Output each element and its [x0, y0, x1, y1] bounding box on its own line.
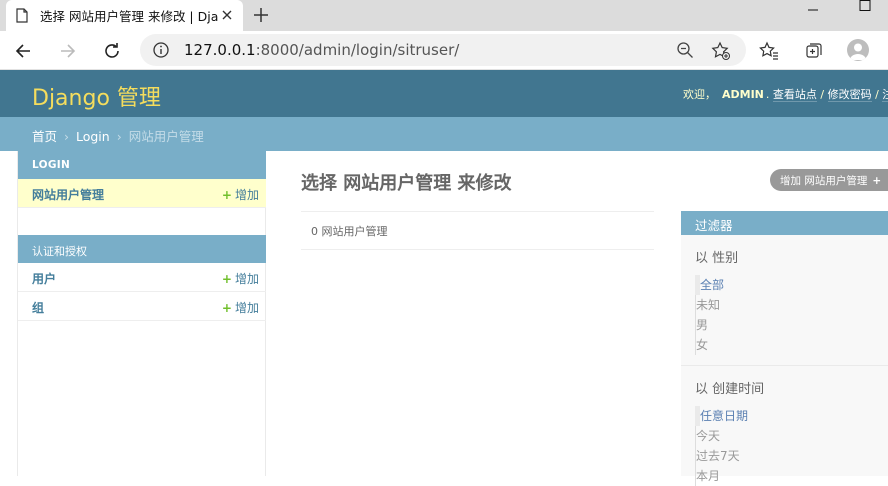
sidebar-item-siteuser: 网站用户管理 + 增加: [18, 179, 266, 208]
user-tools: 欢迎，ADMIN. 查看站点 / 修改密码 / 注销: [683, 86, 888, 102]
filter-option-this-month[interactable]: 本月: [696, 466, 888, 486]
url-path: :8000/admin/login/sitruser/: [255, 41, 460, 59]
admin-header: Django 管理 欢迎，ADMIN. 查看站点 / 修改密码 / 注销: [0, 70, 888, 117]
changelist-results: 0 网站用户管理: [301, 211, 654, 250]
add-label: 增加: [234, 272, 259, 286]
add-user-link[interactable]: + 增加: [222, 270, 259, 287]
url-host: 127.0.0.1: [184, 41, 256, 59]
info-icon[interactable]: [152, 41, 170, 59]
logout-link[interactable]: 注销: [882, 88, 888, 102]
add-siteuser-button[interactable]: 增加 网站用户管理 +: [770, 169, 888, 191]
address-url[interactable]: 127.0.0.1:8000/admin/login/sitruser/: [184, 41, 459, 59]
sidebar-item-siteuser-link[interactable]: 网站用户管理: [32, 186, 104, 203]
filter-option-label: 本月: [696, 469, 721, 483]
filter-title: 过滤器: [681, 211, 888, 235]
breadcrumb-home[interactable]: 首页: [32, 129, 57, 144]
back-arrow-icon[interactable]: [13, 41, 33, 61]
add-plus-icon: +: [872, 175, 882, 187]
browser-toolbar: 127.0.0.1:8000/admin/login/sitruser/: [0, 31, 888, 70]
filter-option-unknown[interactable]: 未知: [696, 295, 888, 315]
close-tab-icon[interactable]: [219, 7, 235, 23]
filter-option-label: 女: [696, 338, 709, 352]
breadcrumb-current: 网站用户管理: [128, 129, 204, 144]
new-tab-icon[interactable]: [251, 5, 271, 25]
add-favorite-icon[interactable]: [711, 41, 731, 61]
username: ADMIN: [722, 88, 764, 101]
module-caption-auth[interactable]: 认证和授权: [18, 235, 266, 263]
forward-arrow-icon[interactable]: [58, 41, 78, 61]
add-siteuser-link[interactable]: + 增加: [222, 186, 259, 203]
tab-title: 选择 网站用户管理 来修改 | Django: [40, 9, 218, 24]
filter-option-female[interactable]: 女: [696, 335, 888, 355]
refresh-icon[interactable]: [102, 41, 122, 61]
collections-icon[interactable]: [804, 41, 824, 61]
maximize-window-icon[interactable]: [857, 0, 873, 12]
breadcrumb-separator: ›: [64, 129, 69, 144]
view-site-link[interactable]: 查看站点: [772, 88, 817, 102]
filter-option-any-date[interactable]: 任意日期: [695, 406, 888, 426]
filter-heading-gender: 以 性别: [695, 251, 739, 266]
filter-option-past-7-days[interactable]: 过去7天: [696, 446, 888, 466]
browser-tab-strip: 选择 网站用户管理 来修改 | Django: [0, 0, 888, 31]
filter-option-label: 未知: [696, 298, 721, 312]
filter-option-label: 全部: [700, 278, 725, 292]
add-plus-icon: +: [221, 188, 232, 202]
add-label: 增加: [234, 188, 259, 202]
filter-option-label: 男: [696, 318, 709, 332]
change-password-link[interactable]: 修改密码: [827, 88, 872, 102]
zoom-out-icon[interactable]: [676, 41, 694, 59]
site-branding[interactable]: Django 管理: [32, 80, 161, 112]
user-tools-separator: /: [871, 88, 883, 101]
sidebar-item-groups-link[interactable]: 组: [32, 299, 44, 316]
changelist-filter: 过滤器 以 性别 全部 未知 男 女 以 创建时间 任意日期 今天 过去7天 本…: [681, 211, 888, 486]
page-title: 选择 网站用户管理 来修改: [301, 173, 512, 194]
app-sidebar: LOGIN 网站用户管理 + 增加 认证和授权 用户 + 增加 组 + 增加: [17, 151, 266, 476]
favorites-icon[interactable]: [759, 41, 779, 61]
filter-heading-created: 以 创建时间: [695, 382, 765, 397]
filter-options-gender: 全部 未知 男 女: [695, 275, 888, 355]
add-plus-icon: +: [221, 301, 232, 315]
page-icon: [16, 8, 28, 23]
filter-option-today[interactable]: 今天: [696, 426, 888, 446]
address-bar[interactable]: 127.0.0.1:8000/admin/login/sitruser/: [140, 34, 746, 66]
sidebar-item-users: 用户 + 增加: [18, 263, 266, 292]
minimize-window-icon[interactable]: [805, 4, 821, 16]
breadcrumb-separator: ›: [116, 129, 122, 144]
filter-options-created: 任意日期 今天 过去7天 本月: [695, 406, 888, 486]
person-icon: [850, 43, 866, 60]
filter-divider: [681, 365, 888, 366]
add-label: 增加: [234, 301, 259, 315]
add-plus-icon: +: [221, 272, 232, 286]
filter-option-male[interactable]: 男: [696, 315, 888, 335]
welcome-text: 欢迎，: [683, 88, 716, 101]
module-login: LOGIN 网站用户管理 + 增加: [18, 151, 266, 208]
filter-option-label: 任意日期: [700, 409, 749, 423]
sidebar-item-groups: 组 + 增加: [18, 292, 266, 321]
add-group-link[interactable]: + 增加: [222, 299, 259, 316]
sidebar-item-users-link[interactable]: 用户: [32, 270, 56, 287]
user-tools-separator: /: [816, 88, 828, 101]
result-count: 0 网站用户管理: [311, 225, 388, 238]
filter-option-label: 今天: [696, 429, 721, 443]
filter-option-label: 过去7天: [696, 449, 740, 463]
profile-avatar-icon[interactable]: [847, 39, 869, 61]
breadcrumb-app[interactable]: Login: [76, 129, 110, 144]
filter-option-all[interactable]: 全部: [695, 275, 888, 295]
module-caption-login[interactable]: LOGIN: [18, 151, 266, 179]
breadcrumb: 首页 › Login › 网站用户管理: [0, 117, 888, 151]
module-auth: 认证和授权 用户 + 增加 组 + 增加: [18, 235, 266, 321]
browser-tab[interactable]: 选择 网站用户管理 来修改 | Django: [6, 0, 243, 31]
add-button-label: 增加 网站用户管理: [780, 175, 868, 187]
